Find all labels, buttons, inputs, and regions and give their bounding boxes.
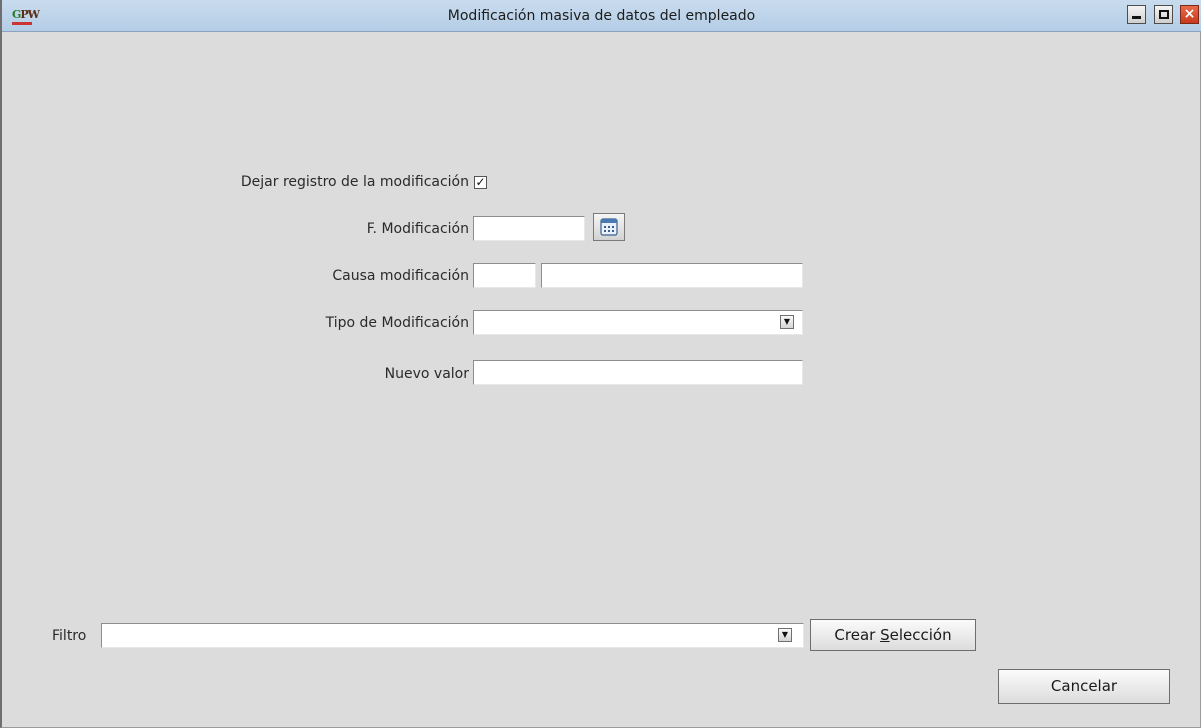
crear-seleccion-button[interactable]: Crear Selección xyxy=(810,619,976,651)
filtro-label: Filtro xyxy=(52,628,87,644)
causa-modificacion-label: Causa modificación xyxy=(332,268,469,284)
window-title: Modificación masiva de datos del emplead… xyxy=(447,8,756,24)
f-modificacion-label: F. Modificación xyxy=(366,221,469,237)
f-modificacion-input[interactable] xyxy=(473,216,585,241)
minimize-button[interactable] xyxy=(1127,5,1146,24)
maximize-button[interactable] xyxy=(1154,5,1173,24)
dejar-registro-checkbox[interactable]: ✓ xyxy=(474,176,487,189)
modal-window: GPW Modificación masiva de datos del emp… xyxy=(0,0,1201,728)
calendar-button[interactable] xyxy=(593,213,625,241)
dejar-registro-label: Dejar registro de la modificación xyxy=(240,174,469,190)
calendar-icon xyxy=(600,218,618,236)
tipo-modificacion-select[interactable]: ▼ xyxy=(473,310,803,335)
crear-seleccion-label-prefix: Crear xyxy=(834,626,881,644)
causa-codigo-input[interactable] xyxy=(473,263,536,288)
crear-seleccion-label-suffix: elección xyxy=(889,626,952,644)
cancel-button[interactable]: Cancelar xyxy=(998,669,1170,704)
tipo-modificacion-label: Tipo de Modificación xyxy=(325,315,469,331)
title-bar[interactable]: GPW Modificación masiva de datos del emp… xyxy=(2,0,1201,32)
chevron-down-icon[interactable]: ▼ xyxy=(778,628,792,642)
close-button[interactable]: × xyxy=(1180,5,1199,24)
causa-descripcion-input[interactable] xyxy=(541,263,803,288)
crear-seleccion-mnemonic: S xyxy=(880,626,890,644)
nuevo-valor-input[interactable] xyxy=(473,360,803,385)
nuevo-valor-label: Nuevo valor xyxy=(384,366,469,382)
filtro-select[interactable]: ▼ xyxy=(101,623,804,648)
chevron-down-icon[interactable]: ▼ xyxy=(780,315,794,329)
